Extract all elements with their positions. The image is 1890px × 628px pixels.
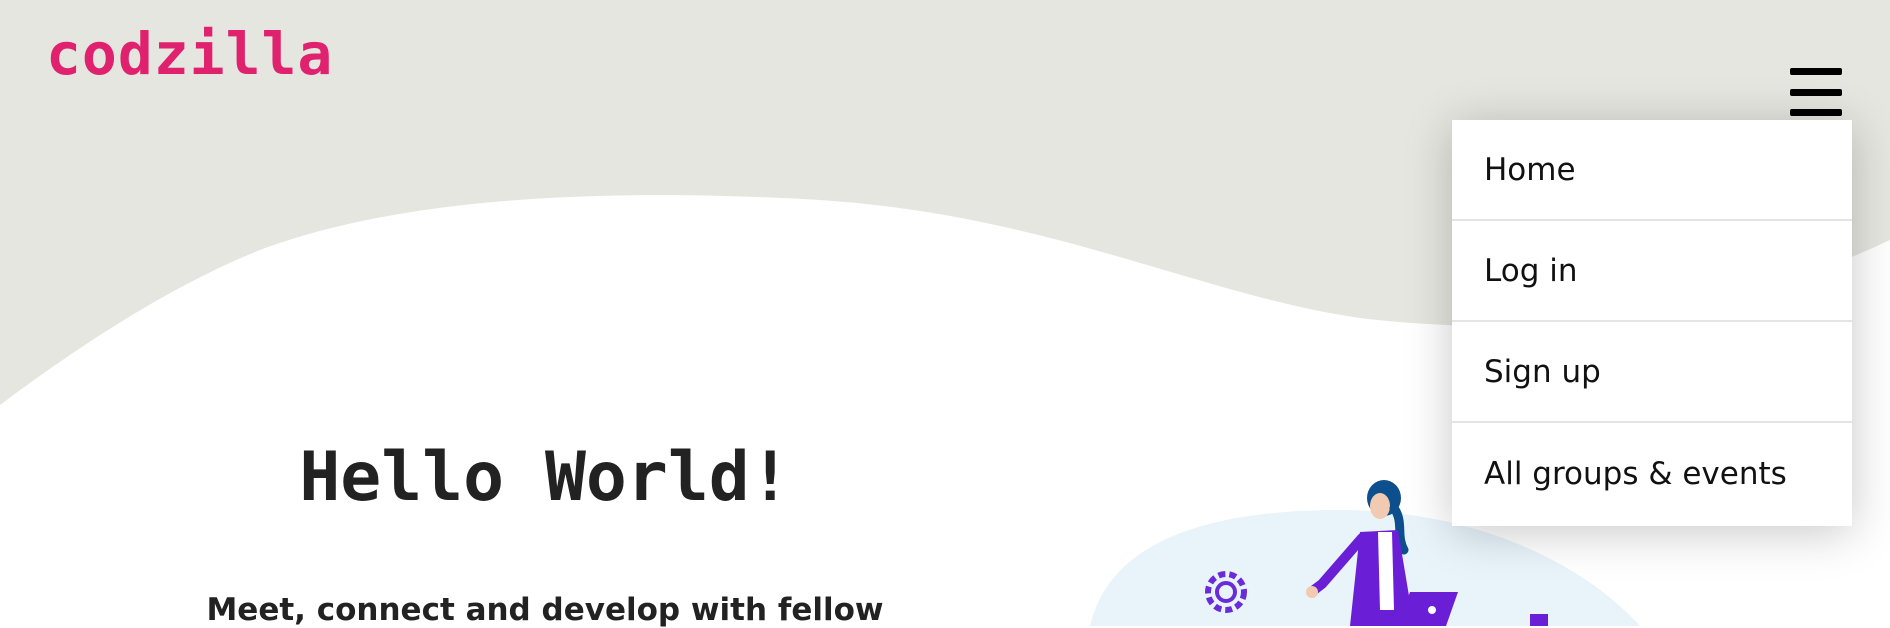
box-icon [1530,614,1548,626]
codzilla-logo[interactable]: codzilla [46,20,333,88]
menu-item-home[interactable]: Home [1452,120,1852,221]
hero-subtitle: Meet, connect and develop with fellow [206,592,884,628]
menu-item-all-groups-events[interactable]: All groups & events [1452,423,1852,524]
hamburger-line [1790,88,1842,96]
hero-title: Hello World! [299,438,791,517]
menu-item-signup[interactable]: Sign up [1452,322,1852,423]
menu-item-login[interactable]: Log in [1452,221,1852,322]
hamburger-menu-icon[interactable] [1790,68,1842,116]
hamburger-line [1790,68,1842,75]
dropdown-menu: Home Log in Sign up All groups & events [1452,120,1852,526]
hamburger-line [1790,109,1842,116]
